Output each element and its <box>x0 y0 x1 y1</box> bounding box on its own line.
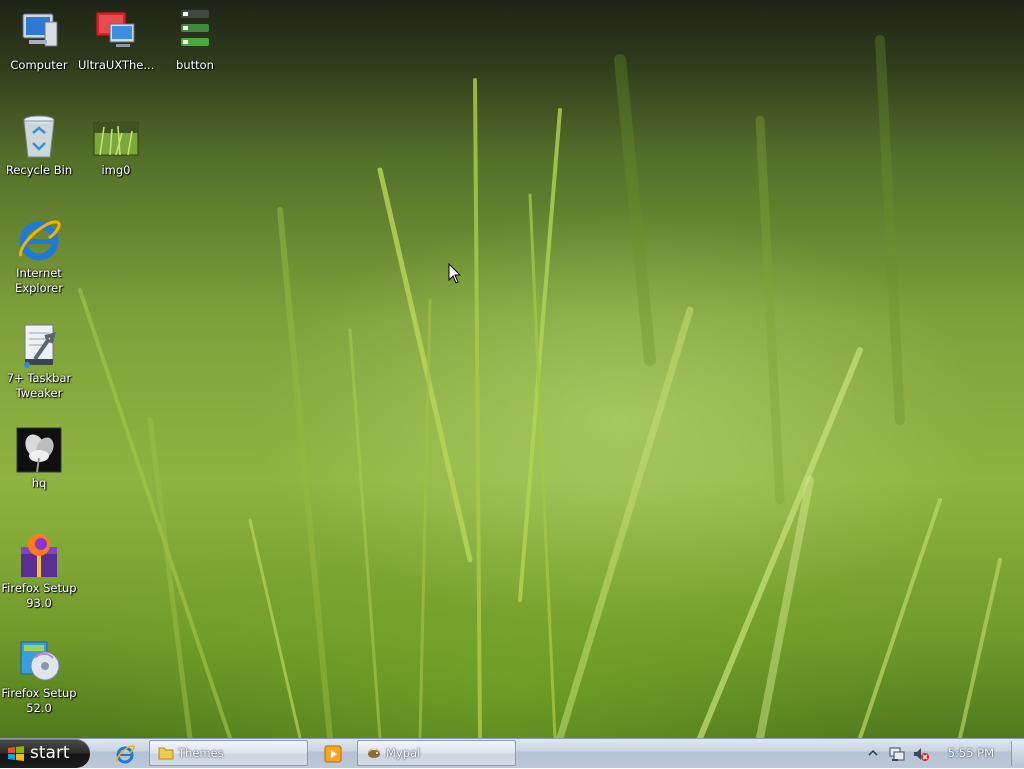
desktop-icon-recycle-bin[interactable]: Recycle Bin <box>1 113 77 178</box>
desktop-icon-label: Recycle Bin <box>5 163 73 177</box>
volume-muted-icon[interactable] <box>912 745 930 763</box>
quicklaunch-media-player[interactable] <box>322 743 344 765</box>
desktop-icon-hq[interactable]: hq <box>1 426 77 491</box>
desktop-icon-label: Computer <box>10 58 68 72</box>
mouse-pointer-icon <box>448 263 462 284</box>
desktop-icon-label: button <box>176 58 214 72</box>
quicklaunch-internet-explorer[interactable] <box>114 743 136 765</box>
recycle-bin-icon <box>15 113 63 161</box>
task-label: Mypal <box>386 746 421 760</box>
desktop-icon-firefox-setup-93[interactable]: Firefox Setup 93.0 <box>1 531 77 611</box>
grass-wallpaper <box>78 35 1002 738</box>
desktop-icon-img0[interactable]: img0 <box>78 113 154 178</box>
media-player-icon <box>324 745 342 763</box>
computer-icon <box>15 8 63 56</box>
windows-logo-icon <box>8 746 24 761</box>
taskbar-tweaker-icon <box>15 321 63 369</box>
task-label: Themes <box>178 746 224 760</box>
desktop-icon-label: 7+ Taskbar Tweaker <box>6 371 72 400</box>
desktop-icon-label: UltraUXThe... <box>78 58 155 72</box>
desktop-icon-label: Internet Explorer <box>15 266 63 295</box>
taskbar-clock[interactable]: 5:55 PM <box>948 739 994 768</box>
desktop-icon-label: Firefox Setup 93.0 <box>1 581 77 610</box>
internet-explorer-icon <box>116 745 135 764</box>
desktop-icon-label: Firefox Setup 52.0 <box>1 686 77 715</box>
desktop-icon-computer[interactable]: Computer <box>1 8 77 73</box>
flower-image-icon <box>15 426 63 474</box>
ultrauxtheme-patcher-icon <box>92 8 140 56</box>
desktop-icon-label: hq <box>31 476 47 490</box>
desktop-icon-firefox-setup-52[interactable]: Firefox Setup 52.0 <box>1 636 77 716</box>
system-tray: 5:55 PM <box>854 739 1024 768</box>
start-button[interactable]: start <box>0 739 90 768</box>
firefox-installer-icon <box>15 531 63 579</box>
desktop-icon-7-taskbar-tweaker[interactable]: 7+ Taskbar Tweaker <box>1 321 77 401</box>
desktop-icon-ultrauxtheme[interactable]: UltraUXThe... <box>78 8 154 73</box>
mypal-browser-icon <box>367 748 381 758</box>
show-desktop-button[interactable] <box>1011 741 1024 766</box>
desktop-wallpaper[interactable]: Computer UltraUXThe... button Recycle Bi… <box>0 0 1024 738</box>
setup-installer-icon <box>15 636 63 684</box>
show-hidden-icons-chevron[interactable] <box>868 749 878 757</box>
folder-icon <box>158 747 174 760</box>
taskbar-task-mypal[interactable]: Mypal <box>357 740 516 766</box>
desktop-icon-internet-explorer[interactable]: Internet Explorer <box>1 216 77 296</box>
start-label: start <box>30 743 70 763</box>
taskbar: start Themes Mypal 5:55 PM <box>0 738 1024 768</box>
taskbar-task-themes[interactable]: Themes <box>149 740 308 766</box>
internet-explorer-icon <box>15 216 63 264</box>
button-image-icon <box>171 8 219 56</box>
network-icon[interactable] <box>888 745 906 763</box>
desktop-icon-label: img0 <box>101 163 131 177</box>
image-file-icon <box>92 113 140 161</box>
desktop-icon-button[interactable]: button <box>157 8 233 73</box>
